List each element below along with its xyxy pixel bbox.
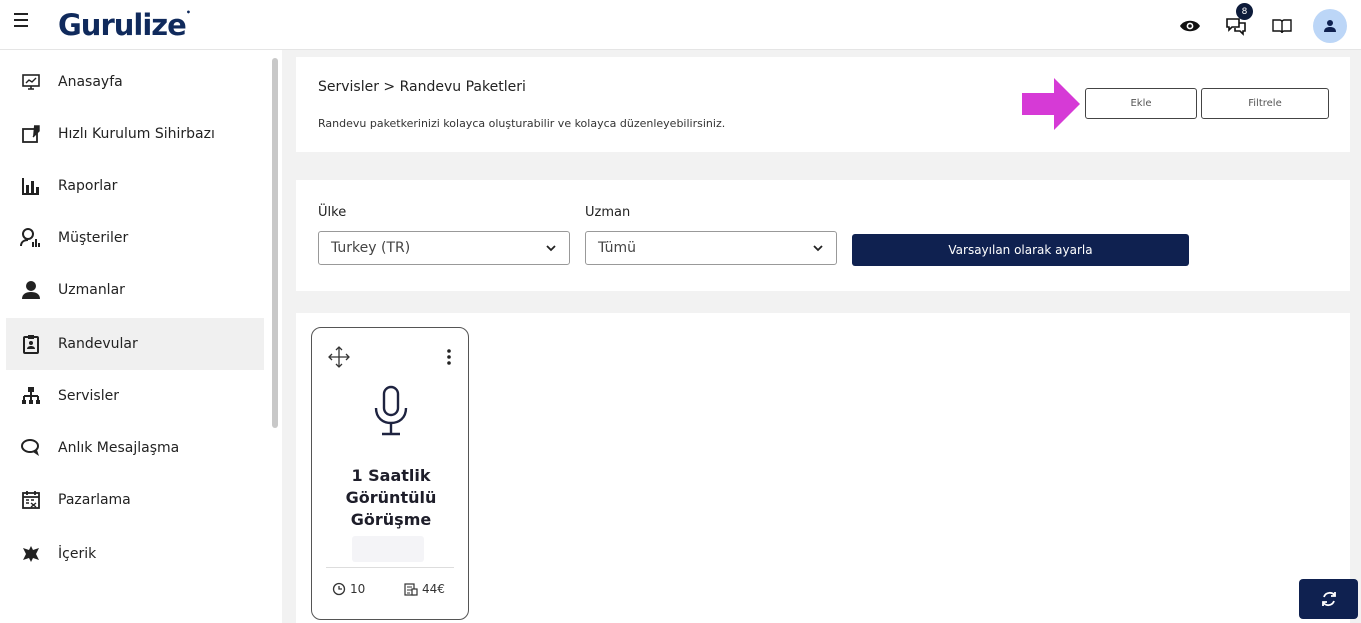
brand-name: Gurulize (58, 8, 187, 42)
sidebar-item-randevular[interactable]: Randevular (6, 318, 264, 370)
sidebar: Anasayfa Hızlı Kurulum Sihirbazı Raporla… (0, 50, 282, 623)
menu-icon[interactable] (14, 13, 34, 33)
country-label: Ülke (318, 205, 347, 220)
messages-icon[interactable]: 8 (1221, 3, 1253, 41)
expert-label: Uzman (585, 205, 631, 220)
top-bar: Gurulize• 8 (0, 0, 1361, 50)
refresh-icon (1321, 591, 1336, 607)
notification-badge: 8 (1236, 3, 1253, 20)
package-price-value: 44€ (422, 582, 445, 596)
package-title: 1 Saatlik Görüntülü Görüşme (312, 465, 470, 531)
sidebar-item-icerik[interactable]: İçerik (6, 528, 264, 580)
dashboard-icon (20, 71, 42, 93)
user-icon (1324, 20, 1336, 32)
card-divider (326, 567, 454, 568)
breadcrumb: Servisler > Randevu Paketleri (318, 79, 526, 95)
sidebar-item-label: Müşteriler (58, 230, 129, 246)
user-avatar[interactable] (1313, 9, 1347, 43)
chevron-down-icon (813, 245, 823, 252)
pointer-arrow-icon (1022, 78, 1080, 130)
book-icon[interactable] (1267, 11, 1297, 41)
sidebar-scrollbar[interactable] (272, 58, 278, 428)
expert-select-value: Tümü (598, 240, 637, 256)
sidebar-item-anasayfa[interactable]: Anasayfa (6, 56, 264, 108)
sidebar-item-label: Hızlı Kurulum Sihirbazı (58, 126, 215, 142)
package-duration-value: 10 (350, 582, 366, 596)
more-options-icon[interactable] (446, 348, 452, 366)
sidebar-item-wizard[interactable]: Hızlı Kurulum Sihirbazı (6, 108, 264, 160)
price-icon (404, 583, 418, 596)
sidebar-item-label: Raporlar (58, 178, 118, 194)
package-title-line: Görüşme (350, 510, 432, 529)
sidebar-item-musteriler[interactable]: Müşteriler (6, 212, 264, 264)
sidebar-item-mesajlasma[interactable]: Anlık Mesajlaşma (6, 422, 264, 474)
eye-icon[interactable] (1175, 11, 1205, 41)
package-placeholder (352, 536, 424, 562)
expert-select[interactable]: Tümü (585, 231, 837, 265)
sidebar-item-label: Servisler (58, 388, 119, 404)
sidebar-item-label: Anasayfa (58, 74, 123, 90)
set-default-button[interactable]: Varsayılan olarak ayarla (852, 234, 1189, 266)
add-button[interactable]: Ekle (1085, 88, 1197, 119)
content-icon (20, 543, 42, 565)
clipboard-icon (20, 333, 42, 355)
package-duration: 10 (332, 582, 365, 596)
sidebar-item-label: Uzmanlar (58, 282, 125, 298)
chat-icon (20, 437, 42, 459)
bar-chart-icon (20, 175, 42, 197)
brand-logo[interactable]: Gurulize• (58, 8, 191, 42)
sitemap-icon (20, 385, 42, 407)
sidebar-item-servisler[interactable]: Servisler (6, 370, 264, 422)
country-select[interactable]: Turkey (TR) (318, 231, 570, 265)
sidebar-item-label: Anlık Mesajlaşma (58, 440, 180, 456)
package-price: 44€ (404, 582, 445, 596)
filter-panel: Ülke Turkey (TR) Uzman Tümü Varsayılan o… (296, 180, 1350, 291)
package-title-line: 1 Saatlik (351, 466, 431, 485)
filter-button[interactable]: Filtrele (1201, 88, 1329, 119)
sidebar-item-pazarlama[interactable]: Pazarlama (6, 474, 264, 526)
header-panel: Servisler > Randevu Paketleri Randevu pa… (296, 57, 1350, 152)
move-icon[interactable] (328, 346, 350, 368)
package-title-line: Görüntülü (345, 488, 437, 507)
clock-icon (332, 582, 346, 596)
package-card[interactable]: 1 Saatlik Görüntülü Görüşme 10 44€ (311, 327, 469, 620)
sidebar-item-uzmanlar[interactable]: Uzmanlar (6, 264, 264, 316)
chevron-down-icon (546, 245, 556, 252)
calendar-icon (20, 489, 42, 511)
expert-icon (20, 279, 42, 301)
wizard-icon (20, 123, 42, 145)
sidebar-item-raporlar[interactable]: Raporlar (6, 160, 264, 212)
customers-icon (20, 227, 42, 249)
refresh-button[interactable] (1299, 579, 1358, 619)
microphone-icon (374, 385, 408, 436)
sidebar-item-label: İçerik (58, 546, 97, 562)
sidebar-item-label: Pazarlama (58, 492, 131, 508)
page-subtitle: Randevu paketkerinizi kolayca oluşturabi… (318, 117, 726, 130)
sidebar-item-label: Randevular (58, 336, 138, 352)
top-icon-group: 8 (1175, 3, 1347, 43)
country-select-value: Turkey (TR) (331, 240, 411, 256)
